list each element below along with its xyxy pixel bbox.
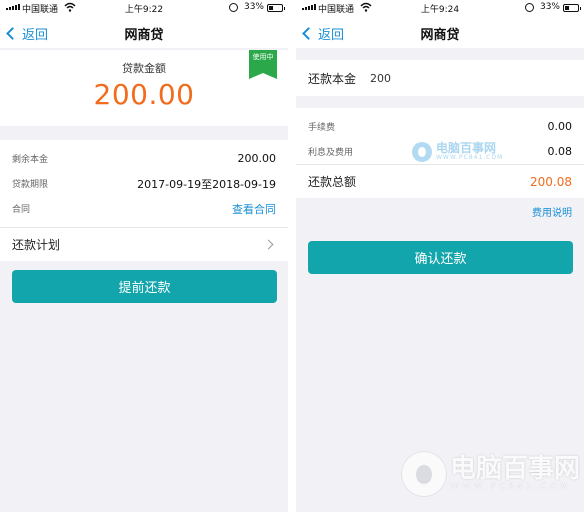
chevron-right-icon <box>263 239 274 250</box>
confirm-repay-button[interactable]: 确认还款 <box>308 241 573 274</box>
battery-icon <box>267 4 285 12</box>
loan-details: 剩余本金 200.00 贷款期限 2017-09-19至2018-09-19 合… <box>0 140 288 227</box>
repay-principal-input[interactable]: 200 <box>370 72 391 85</box>
battery-percent: 33% <box>539 2 560 12</box>
contract-row: 合同 查看合同 <box>0 196 288 221</box>
total-repay-row: 还款总额 200.08 <box>296 164 584 198</box>
total-label: 还款总额 <box>308 175 357 189</box>
page-title: 网商贷 <box>420 28 460 43</box>
view-contract-link[interactable]: 查看合同 <box>232 201 276 217</box>
nav-bar: 返回 网商贷 <box>296 16 584 48</box>
page-title: 网商贷 <box>124 28 164 43</box>
repayment-plan-row[interactable]: 还款计划 <box>0 227 288 261</box>
detail-value: 2017-09-19至2018-09-19 <box>137 177 276 191</box>
repay-principal-label: 还款本金 <box>308 71 357 86</box>
fee-key: 利息及费用 <box>308 148 354 158</box>
nav-bar: 返回 网商贷 <box>0 16 288 48</box>
interest-fee-row: 利息及费用 0.08 <box>296 139 584 164</box>
status-bar: 中国联通 上午9:24 33% <box>296 0 584 16</box>
detail-key: 贷款期限 <box>12 180 49 190</box>
repay-confirm-screen: 中国联通 上午9:24 33% 返回 网商贷 还款本金 200 手续费 0.00… <box>296 0 584 512</box>
total-value: 200.08 <box>530 174 572 189</box>
repay-principal-row: 还款本金 200 <box>296 60 584 96</box>
battery-icon <box>563 4 581 12</box>
detail-value: 200.00 <box>237 152 277 165</box>
fee-key: 手续费 <box>308 123 336 133</box>
handling-fee-row: 手续费 0.00 <box>296 114 584 139</box>
early-repay-button[interactable]: 提前还款 <box>12 270 277 303</box>
detail-key: 剩余本金 <box>12 155 49 165</box>
in-use-badge: 使用中 <box>249 50 277 79</box>
repayment-plan-label: 还款计划 <box>12 238 61 252</box>
fee-value: 0.08 <box>547 145 573 158</box>
fee-breakdown: 手续费 0.00 利息及费用 0.08 还款总额 200.08 <box>296 108 584 198</box>
loan-amount-value: 200.00 <box>93 78 195 111</box>
loan-term-row: 贷款期限 2017-09-19至2018-09-19 <box>0 171 288 196</box>
rotation-lock-icon <box>229 3 238 12</box>
detail-key: 合同 <box>12 205 31 215</box>
battery-percent: 33% <box>243 2 264 12</box>
status-bar: 中国联通 上午9:22 33% <box>0 0 288 16</box>
loan-amount-card: 贷款金额 200.00 使用中 <box>0 50 288 126</box>
fee-explanation-link[interactable]: 费用说明 <box>296 198 584 220</box>
loan-detail-screen: 中国联通 上午9:22 33% 返回 网商贷 贷款金额 200.00 使用中 剩… <box>0 0 288 512</box>
remaining-principal-row: 剩余本金 200.00 <box>0 146 288 171</box>
rotation-lock-icon <box>525 3 534 12</box>
fee-value: 0.00 <box>547 120 573 133</box>
loan-amount-label: 贷款金额 <box>122 62 166 75</box>
